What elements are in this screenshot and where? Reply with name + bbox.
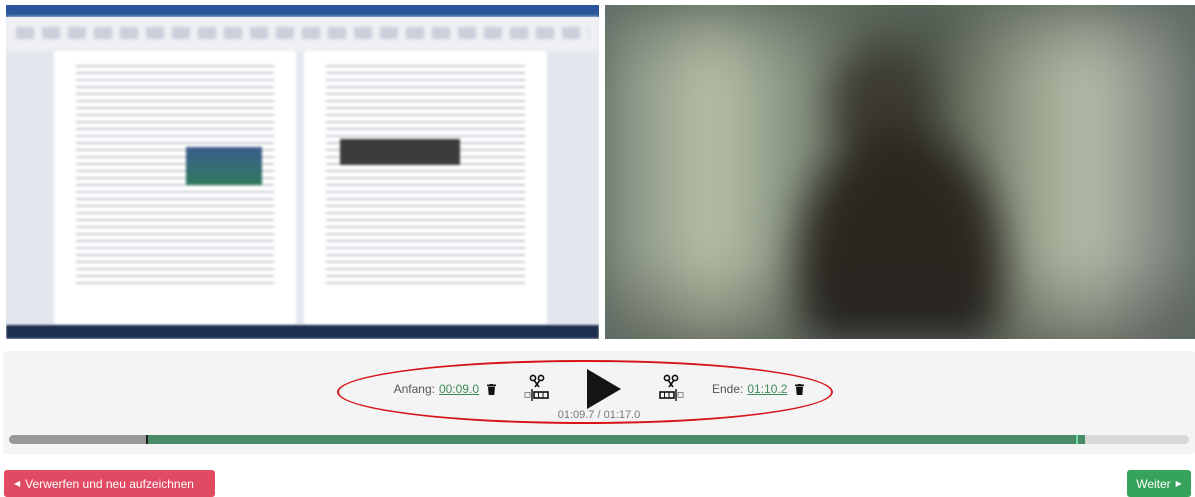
timeline-playhead[interactable] [1076, 435, 1079, 444]
next-button[interactable]: Weiter ▶ [1127, 470, 1191, 497]
timeline-track[interactable] [9, 435, 1189, 444]
discard-and-rerecord-button[interactable]: ◀ Verwerfen und neu aufzeichnen [4, 470, 215, 497]
trash-icon[interactable] [795, 383, 805, 395]
time-readout: 01:09.7 / 01:17.0 [3, 409, 1195, 421]
caret-right-icon: ▶ [1175, 479, 1182, 488]
end-label: Ende: [712, 382, 744, 396]
caret-left-icon: ◀ [14, 479, 21, 488]
cut-start-icon[interactable] [524, 374, 550, 404]
preview-taskbar [6, 325, 599, 339]
cut-end-icon[interactable] [658, 374, 684, 404]
timeline-start-marker[interactable] [145, 435, 148, 444]
current-time: 01:09.7 [557, 409, 595, 421]
recording-editor: Anfang: 00:09.0 Ende: 01:10.2 01:09.7 / … [0, 0, 1195, 497]
total-time: 01:17.0 [603, 409, 641, 421]
screen-recording-preview [6, 5, 599, 339]
preview-titlebar [6, 5, 599, 17]
trim-controls: Anfang: 00:09.0 Ende: 01:10.2 [3, 365, 1195, 413]
end-time-link[interactable]: 01:10.2 [747, 382, 787, 396]
webcam-preview [605, 5, 1195, 339]
start-time-link[interactable]: 00:09.0 [439, 382, 479, 396]
start-label: Anfang: [393, 382, 435, 396]
play-icon[interactable] [584, 367, 624, 411]
preview-page-right [304, 51, 547, 325]
discard-button-label: Verwerfen und neu aufzeichnen [25, 476, 194, 491]
timeline-selection [146, 435, 1085, 444]
next-button-label: Weiter [1136, 476, 1171, 491]
trash-icon[interactable] [487, 383, 496, 395]
time-separator: / [594, 409, 604, 421]
playback-control-panel: Anfang: 00:09.0 Ende: 01:10.2 01:09.7 / … [3, 351, 1195, 454]
preview-ribbon [6, 17, 599, 51]
timeline-played [9, 435, 147, 444]
preview-page-left [54, 51, 296, 325]
